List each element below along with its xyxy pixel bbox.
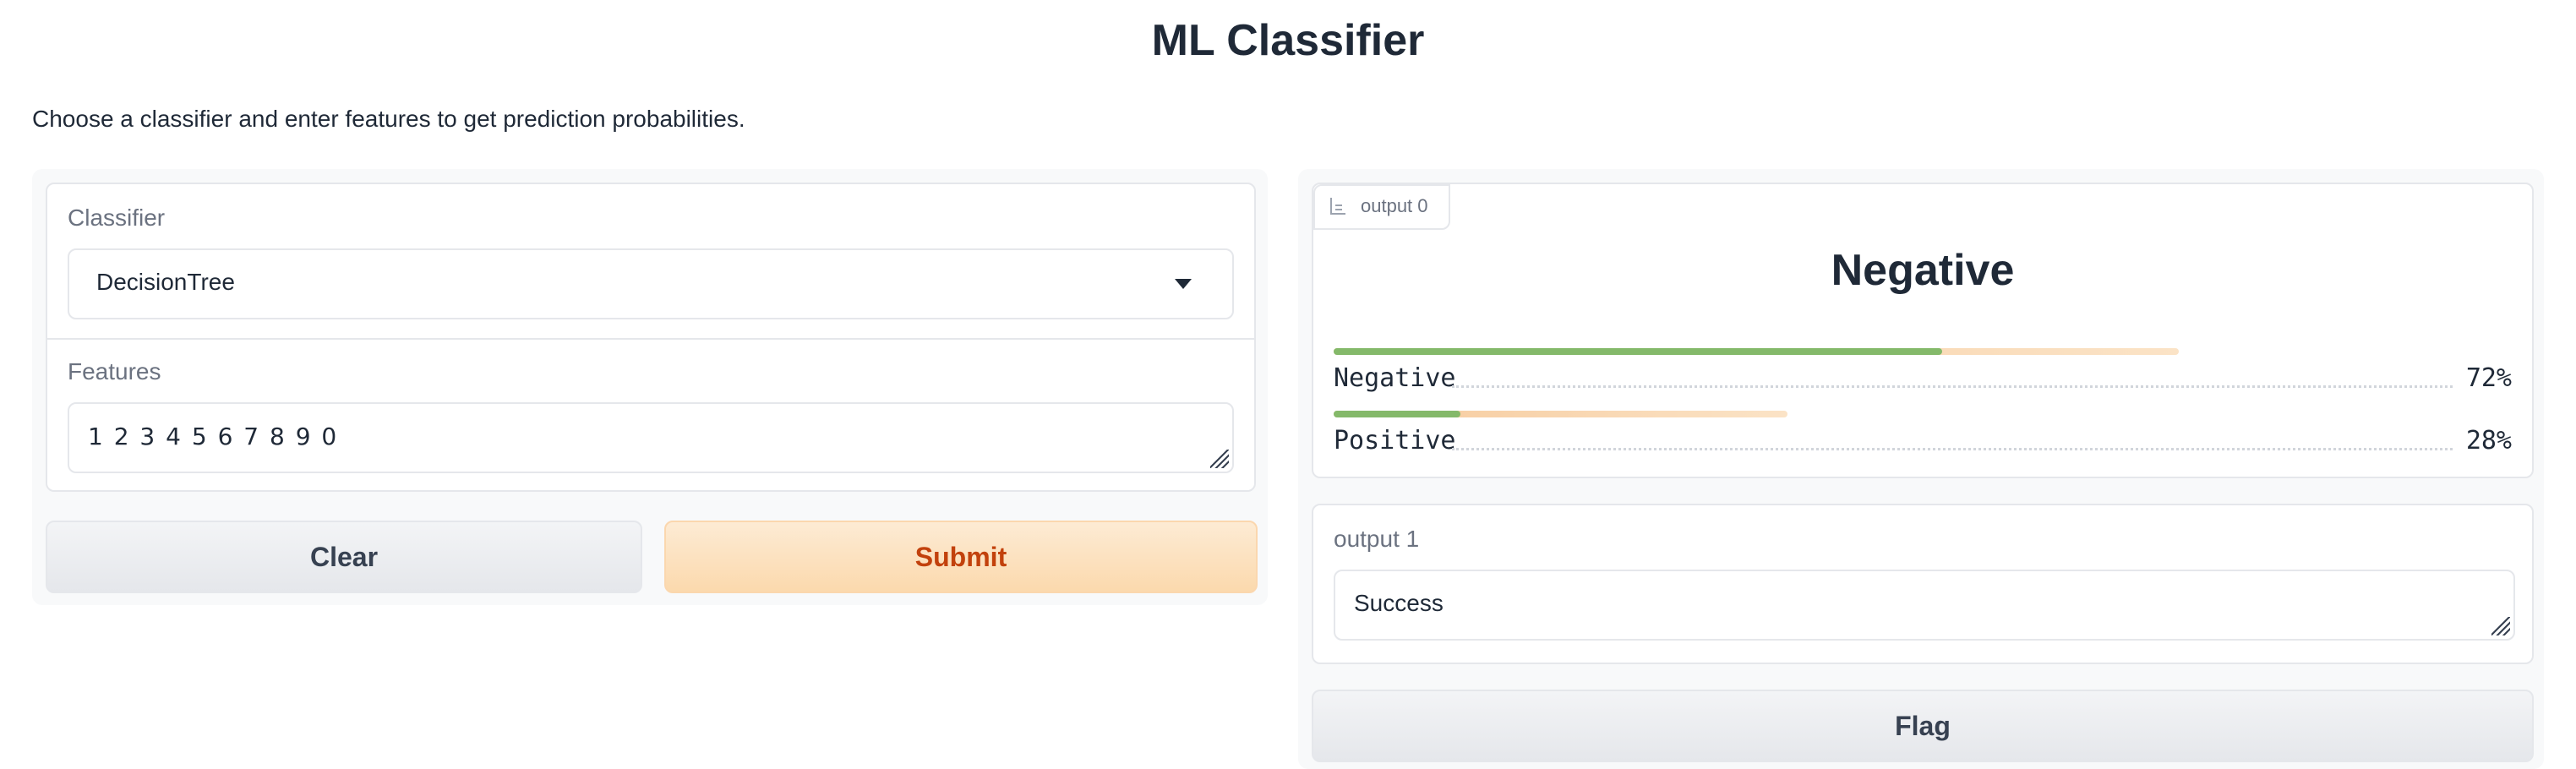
confidence-label: Negative bbox=[1334, 363, 1463, 393]
features-value: 1 2 3 4 5 6 7 8 9 0 bbox=[88, 423, 339, 450]
output0-tab: output 0 bbox=[1313, 184, 1450, 230]
output1-value: Success bbox=[1354, 590, 1444, 616]
confidence-percent: 72% bbox=[2459, 363, 2512, 393]
submit-button[interactable]: Submit bbox=[664, 521, 1258, 593]
confidence-percent: 28% bbox=[2459, 426, 2512, 455]
resize-handle-icon[interactable] bbox=[1210, 450, 1229, 468]
classifier-dropdown[interactable]: DecisionTree bbox=[68, 248, 1234, 319]
input-panel: Classifier DecisionTree Features 1 2 3 4… bbox=[32, 169, 1268, 605]
confidence-label: Positive bbox=[1334, 426, 1463, 455]
input-form: Classifier DecisionTree Features 1 2 3 4… bbox=[46, 183, 1256, 492]
output1-textbox[interactable]: Success bbox=[1334, 570, 2515, 641]
resize-handle-icon[interactable] bbox=[2491, 617, 2510, 635]
page-description: Choose a classifier and enter features t… bbox=[32, 106, 745, 132]
dotted-leader bbox=[1452, 448, 2453, 450]
confidence-bar-fill bbox=[1334, 411, 1460, 417]
page-title: ML Classifier bbox=[1151, 16, 1425, 65]
features-label: Features bbox=[68, 358, 161, 384]
confidence-bar-positive bbox=[1334, 411, 1787, 417]
predicted-label: Negative bbox=[1831, 246, 2015, 295]
confidence-bar-negative bbox=[1334, 348, 2179, 355]
confidence-row-positive: Positive 28% bbox=[1334, 426, 2512, 460]
divider bbox=[47, 338, 1254, 340]
bar-chart-icon bbox=[1330, 198, 1345, 215]
output0-tab-label: output 0 bbox=[1361, 195, 1428, 216]
output-panel: output 0 Negative Negative 72% Positive … bbox=[1298, 169, 2544, 769]
confidence-bar-fill bbox=[1334, 348, 1942, 355]
classifier-selected-value: DecisionTree bbox=[96, 269, 235, 295]
output1-box: output 1 Success bbox=[1312, 504, 2534, 664]
flag-button[interactable]: Flag bbox=[1312, 690, 2534, 762]
dotted-leader bbox=[1452, 385, 2453, 388]
output0-label-box: output 0 Negative Negative 72% Positive … bbox=[1312, 183, 2534, 478]
output1-label: output 1 bbox=[1334, 526, 1420, 552]
confidence-row-negative: Negative 72% bbox=[1334, 363, 2512, 397]
features-input[interactable]: 1 2 3 4 5 6 7 8 9 0 bbox=[68, 402, 1234, 473]
chevron-down-icon[interactable] bbox=[1175, 279, 1192, 289]
classifier-label: Classifier bbox=[68, 205, 166, 231]
clear-button[interactable]: Clear bbox=[46, 521, 642, 593]
